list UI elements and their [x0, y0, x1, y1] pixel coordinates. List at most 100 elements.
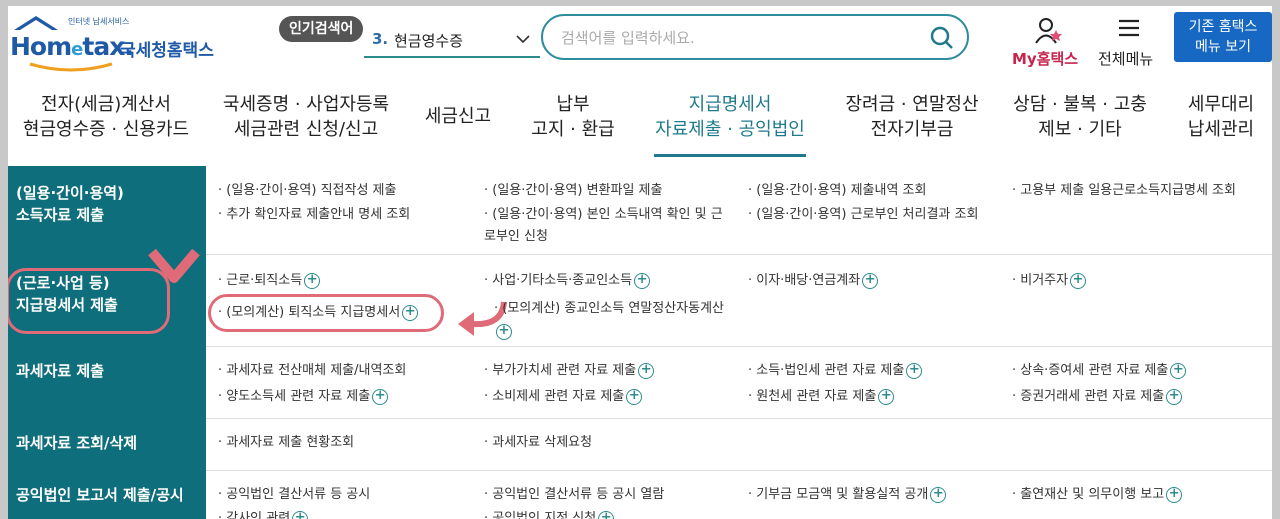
link-income-corp-tax[interactable]: · 소득·법인세 관련 자료 제출 + [748, 360, 923, 382]
link-tax-data-status[interactable]: · 과세자료 제출 현황조회 [218, 432, 354, 454]
link-transfer-tax[interactable]: · 양도소득세 관련 자료 제출 + [218, 386, 389, 408]
submenu-sidebar: (일용·간이·용역) 소득자료 제출 (근로·사업 등) 지급명세서 제출 과세… [8, 166, 206, 519]
nav-label: 납부 [556, 94, 590, 115]
nav-label: 세금관련 신청/신고 [233, 119, 379, 140]
link-nonresident[interactable]: · 비거주자 + [1012, 270, 1087, 292]
plus-icon[interactable]: + [634, 272, 651, 289]
plus-icon[interactable]: + [638, 362, 655, 379]
section-label-daily[interactable]: (일용·간이·용역) 소득자료 제출 [16, 182, 124, 226]
row-divider [206, 346, 1272, 347]
highlight-box [8, 268, 170, 334]
popular-search-badge: 인기검색어 [279, 16, 364, 42]
nav-incentive[interactable]: 장려금 · 연말정산 전자기부금 [840, 92, 984, 164]
section-label-tax-data-query[interactable]: 과세자료 조회/삭제 [16, 432, 137, 454]
nav-label: 국세증명 · 사업자등록 [222, 94, 390, 115]
link-interest-dividend[interactable]: · 이자·배당·연금계좌 + [748, 270, 879, 292]
link-mock-religious[interactable]: · (모의계산) 종교인소득 연말정산자동계산 [494, 298, 724, 320]
nav-payment[interactable]: 납부 고지 · 환급 [528, 92, 618, 164]
link-employment-daily[interactable]: · 고용부 제출 일용근로소득지급명세 조회 [1012, 180, 1236, 202]
nav-label: 자료제출 · 공익법인 [655, 119, 805, 140]
popular-keyword: 현금영수증 [394, 32, 464, 50]
nav-label: 세무대리 [1187, 94, 1255, 115]
nav-label: 전자기부금 [870, 119, 954, 140]
plus-icon[interactable]: + [626, 388, 643, 405]
my-hometax-label: My홈택스 [1012, 50, 1079, 68]
plus-icon[interactable]: + [1166, 388, 1183, 405]
old-menu-button[interactable]: 기존 홈택스 메뉴 보기 [1174, 12, 1272, 62]
link-auditor[interactable]: · 감사인 관련 + [218, 508, 309, 519]
nav-label: 장려금 · 연말정산 [845, 94, 979, 115]
nav-e-invoice[interactable]: 전자(세금)계산서 현금영수증 · 신용카드 [20, 92, 192, 164]
nav-label: 현금영수증 · 신용카드 [22, 119, 190, 140]
link-label: · 기부금 모금액 및 활용실적 공개 [748, 487, 929, 502]
nav-tax-agent[interactable]: 세무대리 납세관리 [1180, 92, 1262, 164]
link-wage-retirement[interactable]: · 근로·퇴직소득 + [218, 270, 321, 292]
link-daily-self-check[interactable]: · (일용·간이·용역) 본인 소득내역 확인 및 근로부인 신청 [484, 204, 724, 248]
all-menu-button[interactable]: 전체메뉴 [1094, 14, 1164, 70]
link-daily-file[interactable]: · (일용·간이·용역) 변환파일 제출 [484, 180, 662, 202]
hamburger-icon [1119, 19, 1139, 37]
row-divider [206, 418, 1272, 419]
plus-icon[interactable]: + [292, 510, 309, 519]
link-public-corp-disclosure[interactable]: · 공익법인 결산서류 등 공시 [218, 484, 370, 506]
page-frame: 인터넷 납세서비스 Hometax. 국세청홈택스 인기검색어 3. 현금영수증 [8, 6, 1272, 519]
section-label-public-corp[interactable]: 공익법인 보고서 제출/공시 [16, 484, 184, 506]
nav-tax-return[interactable]: 세금신고 [420, 92, 496, 164]
link-public-corp-view[interactable]: · 공익법인 결산서류 등 공시 열람 [484, 484, 664, 506]
link-label: · 소득·법인세 관련 자료 제출 [748, 363, 905, 378]
plus-icon[interactable]: + [906, 362, 923, 379]
popular-search-select[interactable]: 3. 현금영수증 [364, 24, 540, 58]
link-label: · (모의계산) 종교인소득 연말정산자동계산 [494, 301, 724, 316]
link-withholding-tax[interactable]: · 원천세 관련 자료 제출 + [748, 386, 895, 408]
header: 인터넷 납세서비스 Hometax. 국세청홈택스 인기검색어 3. 현금영수증 [8, 6, 1272, 86]
my-hometax-button[interactable]: My홈택스 [1008, 14, 1088, 70]
link-label: · 증권거래세 관련 자료 제출 [1012, 389, 1165, 404]
search-box [541, 14, 969, 60]
nav-consult[interactable]: 상담 · 불복 · 고충 제보 · 기타 [1012, 92, 1148, 164]
link-label: · 소비제세 관련 자료 제출 [484, 389, 625, 404]
section-label-tax-data[interactable]: 과세자료 제출 [16, 360, 104, 382]
plus-icon[interactable]: + [878, 388, 895, 405]
search-icon[interactable] [929, 25, 955, 51]
plus-icon[interactable]: + [372, 388, 389, 405]
plus-icon[interactable]: + [496, 324, 512, 340]
nav-certificates[interactable]: 국세증명 · 사업자등록 세금관련 신청/신고 [218, 92, 394, 164]
link-vat[interactable]: · 부가가치세 관련 자료 제출 + [484, 360, 655, 382]
hometax-logo[interactable]: 인터넷 납세서비스 Hometax. 국세청홈택스 [8, 12, 218, 72]
link-media-submit[interactable]: · 과세자료 전산매체 제출/내역조회 [218, 360, 406, 382]
plus-icon[interactable]: + [1070, 272, 1087, 289]
old-menu-line1: 기존 홈택스 [1188, 19, 1258, 35]
logo-swoosh [29, 62, 113, 72]
link-donation-disclosure[interactable]: · 기부금 모금액 및 활용실적 공개 + [748, 484, 947, 506]
plus-icon[interactable]: + [1166, 486, 1183, 503]
link-label: · 공익법인 지정 신청 [484, 511, 597, 519]
link-consumption-tax[interactable]: · 소비제세 관련 자료 제출 + [484, 386, 643, 408]
link-label: · 양도소득세 관련 자료 제출 [218, 389, 371, 404]
checkmark-arrow-icon [148, 248, 200, 283]
link-inheritance-tax[interactable]: · 상속·증여세 관련 자료 제출 + [1012, 360, 1187, 382]
link-label: · 비거주자 [1012, 273, 1069, 288]
link-securities-tax[interactable]: · 증권거래세 관련 자료 제출 + [1012, 386, 1183, 408]
link-daily-history[interactable]: · (일용·간이·용역) 제출내역 조회 [748, 180, 926, 202]
plus-icon[interactable]: + [930, 486, 947, 503]
link-daily-direct[interactable]: · (일용·간이·용역) 직접작성 제출 [218, 180, 396, 202]
section-label-line: 소득자료 제출 [16, 206, 105, 224]
logo-tagline: 인터넷 납세서비스 [68, 17, 130, 26]
section-label-line: (일용·간이·용역) [16, 184, 124, 202]
logo-korean-name: 국세청홈택스 [120, 41, 214, 61]
link-business-other[interactable]: · 사업·기타소득·종교인소득 + [484, 270, 651, 292]
link-extra-confirm[interactable]: · 추가 확인자료 제출안내 명세 조회 [218, 204, 410, 226]
plus-icon[interactable]: + [1170, 362, 1187, 379]
popular-rank: 3. [372, 30, 389, 48]
link-contribution-report[interactable]: · 출연재산 및 의무이행 보고 + [1012, 484, 1183, 506]
search-input[interactable] [561, 26, 921, 50]
link-tax-data-delete[interactable]: · 과세자료 삭제요청 [484, 432, 592, 454]
link-public-corp-designation[interactable]: · 공익법인 지정 신청 + [484, 508, 615, 519]
plus-icon[interactable]: + [304, 272, 321, 289]
nav-payment-statement[interactable]: 지급명세서 자료제출 · 공익법인 [654, 92, 806, 164]
link-label: · 부가가치세 관련 자료 제출 [484, 363, 637, 378]
plus-icon[interactable]: + [862, 272, 879, 289]
link-daily-result[interactable]: · (일용·간이·용역) 근로부인 처리결과 조회 [748, 204, 978, 226]
row-divider [206, 254, 1272, 255]
plus-icon[interactable]: + [598, 510, 615, 519]
